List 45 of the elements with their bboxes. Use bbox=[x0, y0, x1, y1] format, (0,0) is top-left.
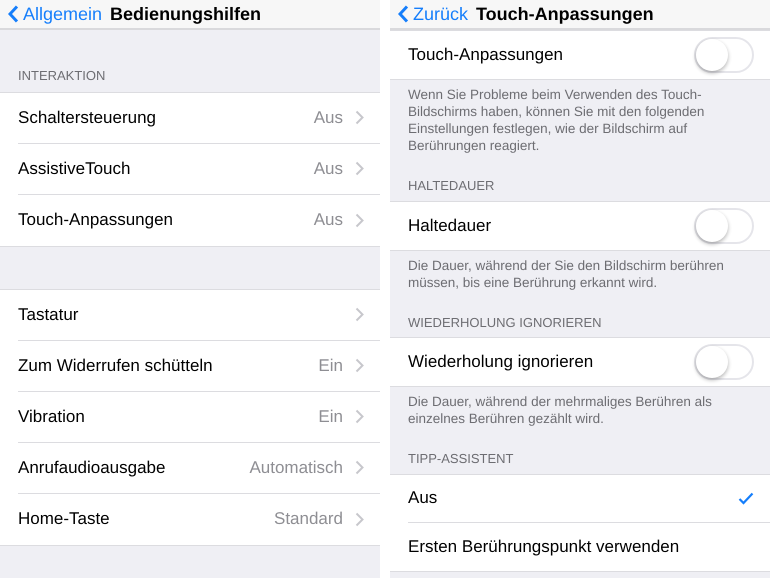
section-footer: Wenn Sie Probleme beim Verwenden des Touch-Bildschirms haben, können Sie mit den folgenden Einstellungen festlegen, wie der Bildschirm auf Berührungen reagiert. bbox=[390, 80, 770, 154]
row-label: Touch-Anpassungen bbox=[408, 44, 564, 66]
row-label: Anrufaudioausgabe bbox=[18, 456, 166, 479]
section-header: TIPP-ASSISTENT bbox=[407, 450, 514, 468]
row-label: Vibration bbox=[18, 406, 85, 428]
back-chevron-icon bbox=[8, 5, 19, 23]
row-label: Schaltersteuerung bbox=[18, 106, 156, 129]
toggle-switch[interactable] bbox=[694, 208, 754, 244]
chevron-icon bbox=[355, 161, 364, 176]
section-footer: Die Dauer, während der Sie den Bildschirm berühren müssen, bis eine Berührung erkannt wird. bbox=[390, 250, 770, 290]
row-value: Aus bbox=[314, 106, 343, 129]
back-button[interactable]: Allgemein bbox=[8, 5, 102, 23]
row-label: Tastatur bbox=[18, 304, 78, 326]
chevron-icon bbox=[355, 358, 364, 373]
chevron-icon bbox=[355, 110, 364, 125]
chevron-icon bbox=[355, 212, 364, 228]
row-label: Haltedauer bbox=[408, 214, 492, 237]
checkmark-icon bbox=[738, 492, 754, 504]
chevron-icon bbox=[355, 409, 364, 424]
back-button[interactable]: Zurück bbox=[398, 5, 468, 23]
section-header: INTERAKTION bbox=[17, 67, 106, 85]
section-footer: Die Dauer, während der mehrmaliges Berühren als einzelnes Berühren gezählt wird. bbox=[390, 387, 770, 427]
row-label: Ersten Berührungspunkt verwenden bbox=[408, 536, 680, 558]
navigation-title: Touch-Anpassungen bbox=[476, 5, 654, 23]
section-header: WIEDERHOLUNG IGNORIEREN bbox=[407, 314, 603, 332]
back-chevron-icon bbox=[398, 5, 409, 23]
chevron-icon bbox=[355, 512, 364, 526]
chevron-icon bbox=[355, 307, 364, 322]
row-label: Aus bbox=[408, 487, 438, 510]
row-label: Touch-Anpassungen bbox=[18, 209, 174, 232]
row-label: Wiederholung ignorieren bbox=[408, 351, 594, 374]
row-label: Zum Widerrufen schütteln bbox=[18, 354, 213, 377]
row-value: Ein bbox=[318, 354, 343, 377]
row-label: Home-Taste bbox=[18, 508, 110, 530]
row-value: Standard bbox=[274, 508, 343, 530]
chevron-icon bbox=[355, 460, 364, 475]
row-label: AssistiveTouch bbox=[18, 158, 130, 180]
toggle-switch[interactable] bbox=[694, 37, 754, 73]
row-value: Aus bbox=[314, 158, 343, 180]
row-value: Ein bbox=[318, 406, 343, 428]
section-header: HALTEDAUER bbox=[407, 177, 496, 195]
navigation-title: Bedienungshilfen bbox=[110, 5, 262, 23]
row-value: Automatisch bbox=[249, 456, 343, 479]
row-value: Aus bbox=[314, 209, 343, 232]
toggle-switch[interactable] bbox=[694, 344, 754, 380]
